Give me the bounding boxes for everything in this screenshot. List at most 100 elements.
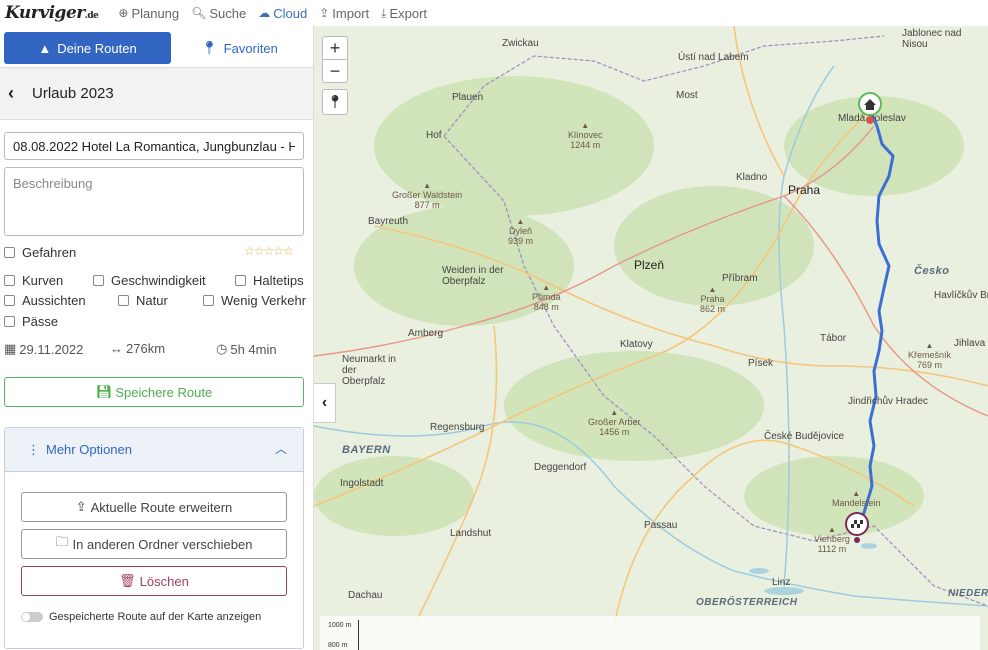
more-options-header[interactable]: ⋮ Mehr Optionen ︿ (5, 428, 303, 472)
nav-import[interactable]: ⇪ Import (319, 6, 369, 21)
place-label: NIEDERÖ (948, 588, 988, 599)
place-label: Landshut (450, 528, 492, 539)
upload-icon: ⇪ (75, 499, 87, 514)
place-label: Amberg (408, 328, 444, 339)
show-on-map-toggle[interactable] (21, 612, 43, 622)
chevron-up-icon: ︿ (274, 442, 287, 456)
place-label: Neumarkt in der Oberpfalz (342, 354, 396, 387)
place-label: Praha (788, 183, 821, 197)
tag-kurven[interactable]: Kurven (4, 273, 63, 288)
place-label: Most (676, 90, 698, 101)
extend-route-button[interactable]: ⇪ Aktuelle Route erweitern (21, 492, 287, 522)
peak-marker: ▲ Přimda 848 m (532, 283, 561, 312)
elevation-label: 1000 m (328, 622, 352, 629)
place-label: Jindřichův Hradec (848, 396, 929, 407)
start-home-icon[interactable] (857, 92, 883, 126)
trash-icon: 🗑︎ (119, 573, 136, 588)
download-icon: ⤓ (381, 5, 387, 20)
place-label: České Budějovice (764, 431, 845, 442)
place-label: Jablonec nad Nisou (902, 28, 962, 50)
peak-marker: ▲ Großer Arber 1456 m (588, 408, 641, 437)
place-label: Dachau (348, 590, 383, 601)
tag-aussichten[interactable]: Aussichten (4, 293, 86, 308)
place-label: Ústí nad Labem (678, 52, 749, 63)
peak-marker: ▲ Dyleň 939 m (508, 217, 534, 246)
move-folder-button[interactable]: 🗀 In anderen Ordner verschieben (21, 529, 287, 559)
peak-marker: ▲ Großer Waldstein 877 m (392, 181, 463, 210)
tag-natur[interactable]: Natur (118, 293, 168, 308)
elevation-label: 800 m (328, 642, 348, 649)
tag-paesse[interactable]: Pässe (4, 314, 58, 329)
nav-planung[interactable]: ⊕ Planung (118, 6, 179, 21)
back-chevron-icon[interactable]: ‹ (8, 83, 14, 104)
search-icon: 🔍︎ (191, 6, 207, 20)
place-label: Bayreuth (368, 216, 409, 227)
place-label: Plauen (452, 92, 484, 103)
place-label: BAYERN (342, 444, 391, 456)
peak-marker: ▲ Mandelstein (832, 489, 881, 508)
elevation-profile: 1000 m 800 m (320, 616, 980, 650)
route-name-input[interactable] (4, 132, 304, 160)
road-icon: ▲ (38, 40, 52, 56)
place-label: Deggendorf (534, 462, 587, 473)
folder-icon: 🗀 (55, 534, 69, 549)
sidebar: ▲ Deine Routen 📍︎ Favoriten ‹ Urlaub 2023 … (0, 26, 314, 650)
place-label: Písek (748, 358, 774, 369)
more-options-panel: ⋮ Mehr Optionen ︿ ⇪ Aktuelle Route erweit… (4, 427, 304, 649)
place-label: Plzeň (634, 258, 665, 272)
place-label: Klatovy (620, 339, 653, 350)
map-marker-icon[interactable]: 📍︎ (322, 89, 348, 115)
delete-button[interactable]: 🗑︎ Löschen (21, 566, 287, 596)
kurviger-logo[interactable]: Kurviger.de (5, 3, 99, 23)
floppy-disk-icon: 💾︎ (95, 384, 113, 399)
place-label: Příbram (722, 273, 758, 284)
route-duration: ◷ 5h 4min (216, 341, 277, 357)
tag-geschwindigkeit[interactable]: Geschwindigkeit (93, 273, 206, 288)
more-options-icon: ⋮ (27, 441, 40, 457)
place-label: Linz (772, 577, 791, 588)
zoom-in-button[interactable]: + (322, 36, 348, 60)
show-on-map-toggle-row[interactable]: Gespeicherte Route auf der Karte anzeige… (21, 611, 261, 623)
calendar-icon: ▦ (4, 341, 17, 356)
arrows-horizontal-icon: ↔ (110, 341, 123, 356)
place-label: Tábor (820, 333, 847, 344)
place-label: Ingolstadt (340, 478, 384, 489)
clock-icon: ◷ (216, 341, 228, 356)
tab-favoriten[interactable]: 📍︎ Favoriten (171, 32, 308, 64)
place-label: Passau (644, 520, 678, 531)
compass-icon: ⊕ (118, 6, 129, 20)
place-label: Havlíčkův Brod (934, 290, 988, 301)
place-label: Weiden in der Oberpfalz (442, 265, 504, 287)
place-label: Kladno (736, 172, 768, 183)
map-view[interactable]: Zwickau Ústí nad Labem Jablonec nad Niso… (314, 26, 988, 650)
peak-marker: ▲ Klínovec 1244 m (568, 121, 603, 150)
description-textarea[interactable] (4, 167, 304, 236)
gefahren-checkbox[interactable]: Gefahren (4, 245, 76, 260)
folder-title: Urlaub 2023 (32, 85, 114, 102)
place-label: Regensburg (430, 422, 485, 433)
cloud-icon: ☁ (258, 6, 271, 20)
place-label: Česko (914, 265, 950, 277)
map-marker-icon: 📍︎ (201, 40, 218, 55)
place-label: OBERÖSTERREICH (696, 597, 798, 608)
top-navigation: Kurviger.de ⊕ Planung 🔍︎ Suche ☁ Cloud ⇪ Imp… (0, 0, 988, 26)
folder-header: ‹ Urlaub 2023 (0, 68, 313, 120)
collapse-sidebar-chevron-icon[interactable]: ‹ (314, 383, 336, 423)
place-label: Hof (426, 130, 442, 141)
tag-wenig-verkehr[interactable]: Wenig Verkehr (203, 293, 307, 308)
route-date: ▦ 29.11.2022 (4, 341, 84, 357)
save-route-button[interactable]: 💾︎ Speichere Route (4, 377, 304, 407)
sidebar-tabs: ▲ Deine Routen 📍︎ Favoriten (0, 26, 313, 68)
route-distance: ↔ 276km (110, 341, 166, 356)
place-label: Jihlava (954, 338, 986, 349)
nav-cloud[interactable]: ☁ Cloud (258, 6, 307, 21)
tag-haltetips[interactable]: Haltetips (235, 273, 304, 288)
tab-deine-routen[interactable]: ▲ Deine Routen (4, 32, 171, 64)
nav-suche[interactable]: 🔍︎ Suche (191, 6, 246, 21)
peak-marker: ▲ Křemešník 769 m (908, 341, 952, 370)
zoom-out-button[interactable]: − (322, 59, 348, 83)
rating-stars[interactable]: ☆☆☆☆☆ (244, 244, 294, 258)
place-label: Zwickau (502, 38, 539, 49)
nav-export[interactable]: ⤓ Export (381, 6, 427, 21)
finish-flag-icon[interactable] (844, 512, 870, 546)
